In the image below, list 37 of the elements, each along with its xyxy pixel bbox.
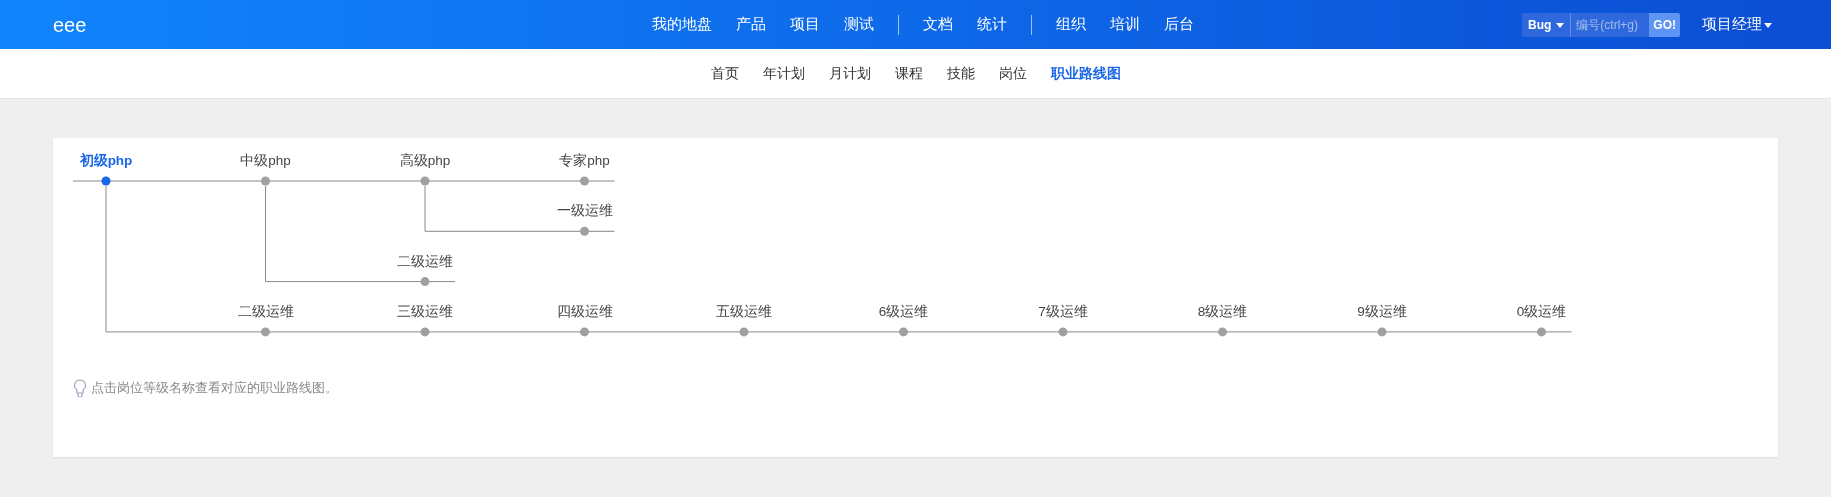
- nav-link[interactable]: 培训: [1109, 13, 1140, 36]
- nav-link[interactable]: 统计: [976, 13, 1007, 36]
- subnav-link[interactable]: 岗位: [998, 63, 1027, 84]
- nav-link[interactable]: 项目: [789, 13, 820, 36]
- subnav-link[interactable]: 课程: [894, 63, 923, 84]
- subnav-link[interactable]: 首页: [710, 63, 739, 84]
- position-label[interactable]: 二级运维: [237, 303, 294, 319]
- position-label[interactable]: 6级运维: [878, 303, 929, 319]
- position-label[interactable]: 一级运维: [556, 203, 613, 219]
- nav-link[interactable]: 文档: [922, 13, 953, 36]
- search-field[interactable]: 编号(ctrl+g): [1571, 12, 1650, 37]
- position-label[interactable]: 四级运维: [556, 303, 613, 319]
- type-dropdown[interactable]: Bug: [1522, 12, 1572, 37]
- nav-link[interactable]: 测试: [843, 13, 874, 36]
- position-label[interactable]: 7级运维: [1038, 303, 1088, 319]
- hint-text: 点击岗位等级名称查看对应的职业路线图。: [91, 379, 338, 397]
- position-label[interactable]: 二级运维: [397, 253, 453, 269]
- position-label[interactable]: 五级运维: [716, 303, 772, 319]
- position-label[interactable]: 9级运维: [1357, 303, 1407, 319]
- subnav-link[interactable]: 技能: [946, 63, 975, 84]
- position-label[interactable]: 高级php: [399, 153, 451, 168]
- position-label[interactable]: 8级运维: [1197, 303, 1248, 319]
- position-label[interactable]: 初级php: [79, 153, 133, 168]
- nav-link[interactable]: 产品: [735, 13, 766, 36]
- nav-link[interactable]: 组织: [1055, 13, 1086, 36]
- user-menu[interactable]: 项目经理: [1696, 12, 1778, 37]
- position-label[interactable]: 三级运维: [397, 303, 453, 319]
- nav-link[interactable]: 我的地盘: [651, 13, 712, 36]
- brand-logo[interactable]: eee: [53, 13, 87, 36]
- position-label[interactable]: 专家php: [559, 153, 610, 168]
- position-label[interactable]: 中级php: [240, 153, 291, 168]
- position-label[interactable]: 0级运维: [1516, 303, 1567, 319]
- lightbulb-icon: [73, 378, 87, 397]
- subnav-link[interactable]: 职业路线图: [1050, 63, 1121, 84]
- subnav-link[interactable]: 年计划: [762, 63, 805, 84]
- subnav-link[interactable]: 月计划: [828, 63, 871, 84]
- nav-link[interactable]: 后台: [1163, 13, 1194, 36]
